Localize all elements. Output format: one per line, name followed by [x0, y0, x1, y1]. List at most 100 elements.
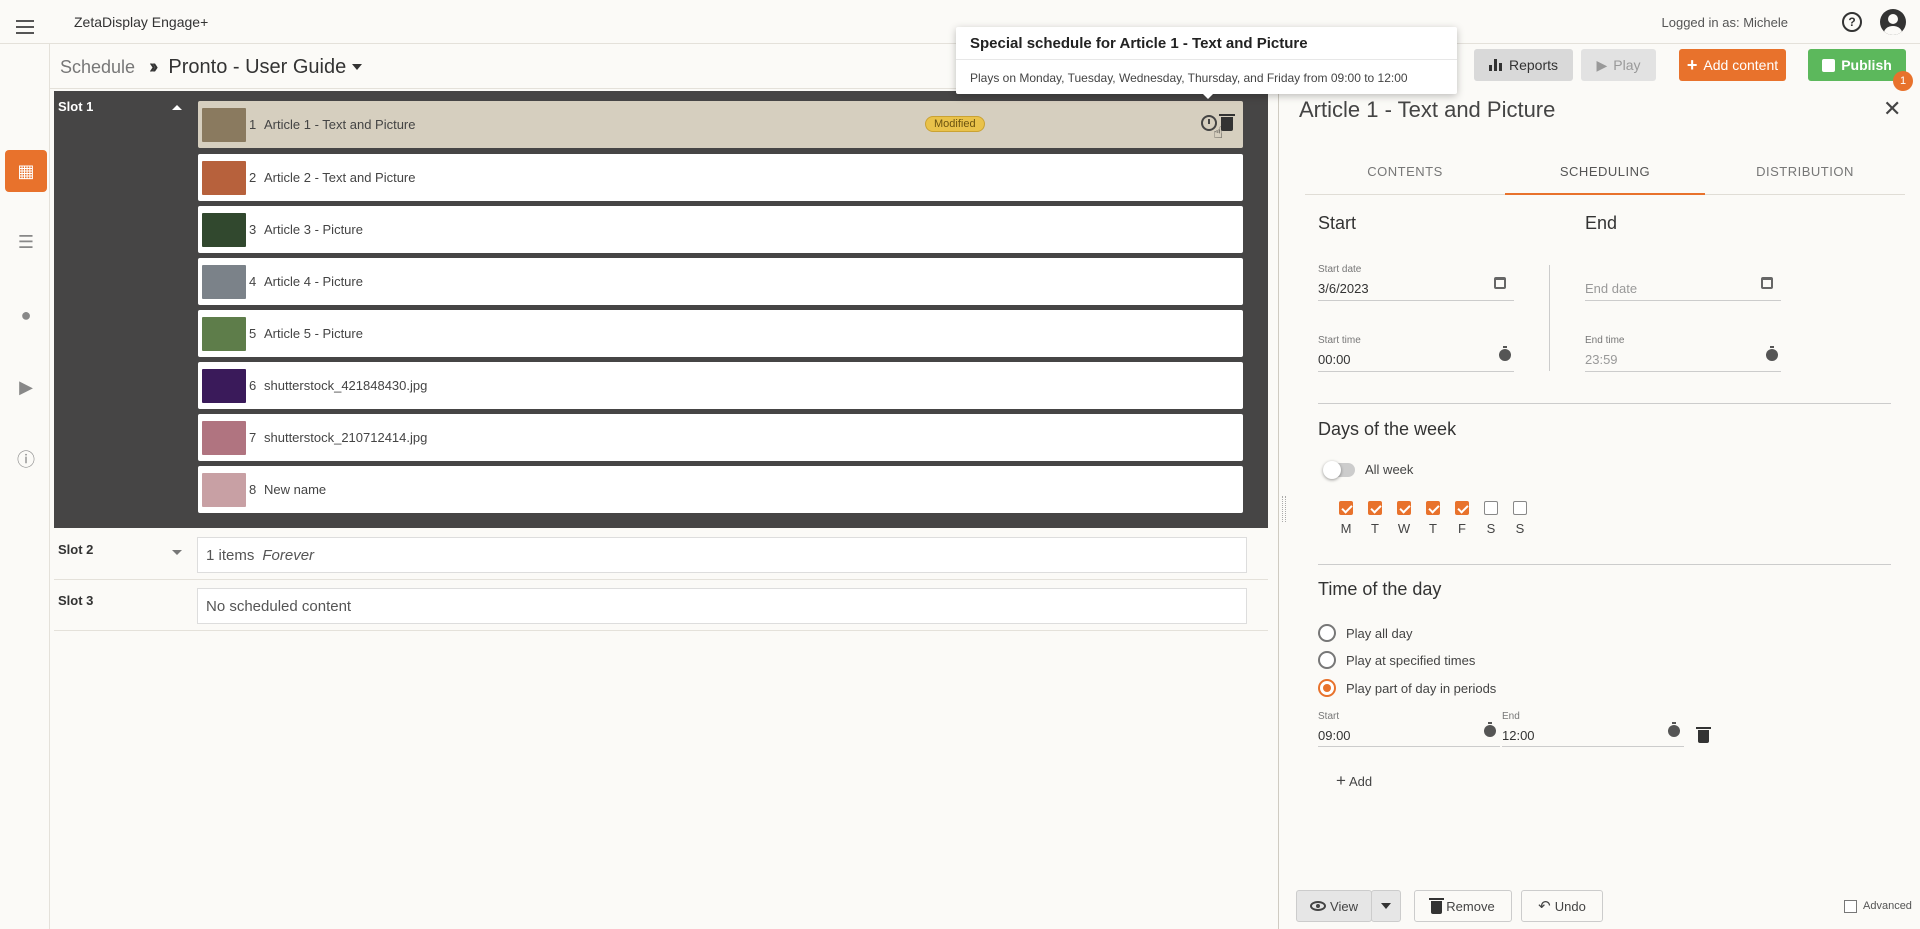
timer-icon[interactable] — [1668, 722, 1680, 737]
remove-button[interactable]: Remove — [1414, 890, 1512, 922]
period-end-label: End — [1502, 711, 1520, 722]
resize-handle[interactable] — [1282, 496, 1286, 522]
reports-button[interactable]: Reports — [1474, 49, 1573, 81]
close-icon[interactable]: ✕ — [1883, 96, 1901, 122]
start-date-label: Start date — [1318, 264, 1362, 275]
period-start-field[interactable]: 09:00 — [1318, 728, 1351, 743]
trash-icon — [1429, 898, 1445, 914]
info-icon[interactable]: ⓘ — [5, 438, 47, 480]
schedule-tooltip: Special schedule for Article 1 - Text an… — [956, 27, 1457, 94]
add-period-button[interactable]: + Add — [1336, 771, 1372, 791]
breadcrumb-separator-icon: ›› — [149, 55, 159, 78]
help-icon[interactable]: ? — [1842, 12, 1862, 32]
slot-summary[interactable]: No scheduled content — [197, 588, 1247, 624]
account-icon[interactable] — [1880, 9, 1906, 35]
day-letter: T — [1429, 521, 1437, 536]
period-end-field[interactable]: 12:00 — [1502, 728, 1535, 743]
tab-contents[interactable]: CONTENTS — [1305, 164, 1505, 179]
list-icon[interactable]: ☰ — [5, 221, 47, 263]
checkbox[interactable] — [1397, 501, 1411, 515]
field-underline — [1585, 300, 1781, 301]
day-letter: S — [1515, 521, 1525, 536]
playlist-item[interactable]: 8 New name — [198, 466, 1243, 513]
slot-3[interactable]: Slot 3 No scheduled content — [54, 583, 1268, 631]
playlist-item[interactable]: 5 Article 5 - Picture — [198, 310, 1243, 357]
play-button[interactable]: ▶ Play — [1581, 49, 1656, 81]
playlist-item[interactable]: 6 shutterstock_421848430.jpg — [198, 362, 1243, 409]
tab-scheduling[interactable]: SCHEDULING — [1505, 164, 1705, 179]
start-date-field[interactable]: 3/6/2023 — [1318, 281, 1369, 296]
day-checkbox[interactable]: T — [1367, 501, 1383, 536]
view-dropdown-button[interactable] — [1371, 890, 1401, 922]
checkbox[interactable] — [1484, 501, 1498, 515]
tab-distribution[interactable]: DISTRIBUTION — [1705, 164, 1905, 179]
play-icon: ▶ — [1596, 56, 1608, 73]
slot-summary[interactable]: 1 items Forever — [197, 537, 1247, 573]
day-checkbox[interactable]: W — [1396, 501, 1412, 536]
day-checkbox[interactable]: T — [1425, 501, 1441, 536]
end-date-field[interactable]: End date — [1585, 281, 1637, 296]
undo-button[interactable]: ↶ Undo — [1521, 890, 1603, 922]
eye-icon — [1310, 901, 1327, 911]
collapse-icon[interactable] — [172, 105, 182, 110]
calendar-icon[interactable]: ▦ — [5, 150, 47, 192]
checkbox[interactable] — [1455, 501, 1469, 515]
item-name: Article 1 - Text and Picture — [264, 117, 416, 132]
end-time-label: End time — [1585, 335, 1625, 346]
timer-icon[interactable] — [1766, 346, 1778, 361]
end-time-field[interactable]: 23:59 — [1585, 352, 1618, 367]
item-thumbnail — [202, 472, 246, 507]
save-icon — [1822, 58, 1836, 72]
expand-icon[interactable] — [172, 550, 182, 555]
delete-period-icon[interactable] — [1696, 727, 1711, 743]
calendar-icon[interactable] — [1494, 277, 1506, 289]
publish-button[interactable]: Publish — [1808, 49, 1906, 81]
item-number: 6 — [249, 378, 257, 393]
radio-play-part-of-day[interactable] — [1318, 679, 1336, 697]
timer-icon[interactable] — [1484, 722, 1496, 737]
playlist-item[interactable]: 1 Article 1 - Text and Picture Modified ☝ — [198, 101, 1243, 148]
play-label: Play — [1613, 57, 1641, 73]
day-letter: S — [1486, 521, 1496, 536]
item-number: 3 — [249, 222, 257, 237]
all-week-label: All week — [1365, 462, 1414, 477]
all-week-toggle[interactable] — [1323, 461, 1355, 479]
playlist-item[interactable]: 2 Article 2 - Text and Picture — [198, 154, 1243, 201]
divider — [1549, 265, 1550, 371]
checkbox[interactable] — [1368, 501, 1382, 515]
location-icon[interactable]: ● — [5, 294, 47, 336]
schedule-selector[interactable]: Pronto - User Guide — [168, 56, 363, 79]
playlist-item[interactable]: 4 Article 4 - Picture — [198, 258, 1243, 305]
menu-icon[interactable] — [16, 20, 34, 34]
publish-count-badge: 1 — [1893, 71, 1913, 91]
radio-play-specified-times[interactable] — [1318, 651, 1336, 669]
bar-chart-icon — [1488, 59, 1503, 71]
checkbox[interactable] — [1426, 501, 1440, 515]
calendar-icon[interactable] — [1761, 277, 1773, 289]
item-thumbnail — [202, 420, 246, 455]
radio-play-all-day[interactable] — [1318, 624, 1336, 642]
plus-icon: + — [1336, 771, 1346, 790]
slot-label: Slot 2 — [58, 542, 94, 557]
reports-label: Reports — [1508, 57, 1559, 73]
day-checkbox[interactable]: F — [1454, 501, 1470, 536]
item-number: 4 — [249, 274, 257, 289]
checkbox[interactable] — [1339, 501, 1353, 515]
breadcrumb-schedule-link[interactable]: Schedule — [60, 57, 135, 78]
playlist-item[interactable]: 3 Article 3 - Picture — [198, 206, 1243, 253]
checkbox[interactable] — [1513, 501, 1527, 515]
item-thumbnail — [202, 212, 246, 247]
playlist-item[interactable]: 7 shutterstock_210712414.jpg — [198, 414, 1243, 461]
play-icon[interactable]: ▶ — [5, 366, 47, 408]
view-button[interactable]: View — [1296, 890, 1372, 922]
add-content-button[interactable]: + Add content — [1679, 49, 1786, 81]
modified-badge: Modified — [925, 116, 985, 132]
timer-icon[interactable] — [1499, 346, 1511, 361]
day-checkbox[interactable]: M — [1338, 501, 1354, 536]
slot-2[interactable]: Slot 2 1 items Forever — [54, 532, 1268, 580]
advanced-checkbox[interactable] — [1844, 900, 1857, 913]
start-time-field[interactable]: 00:00 — [1318, 352, 1351, 367]
day-checkbox[interactable]: S — [1512, 501, 1528, 536]
undo-label: Undo — [1554, 898, 1586, 914]
day-checkbox[interactable]: S — [1483, 501, 1499, 536]
